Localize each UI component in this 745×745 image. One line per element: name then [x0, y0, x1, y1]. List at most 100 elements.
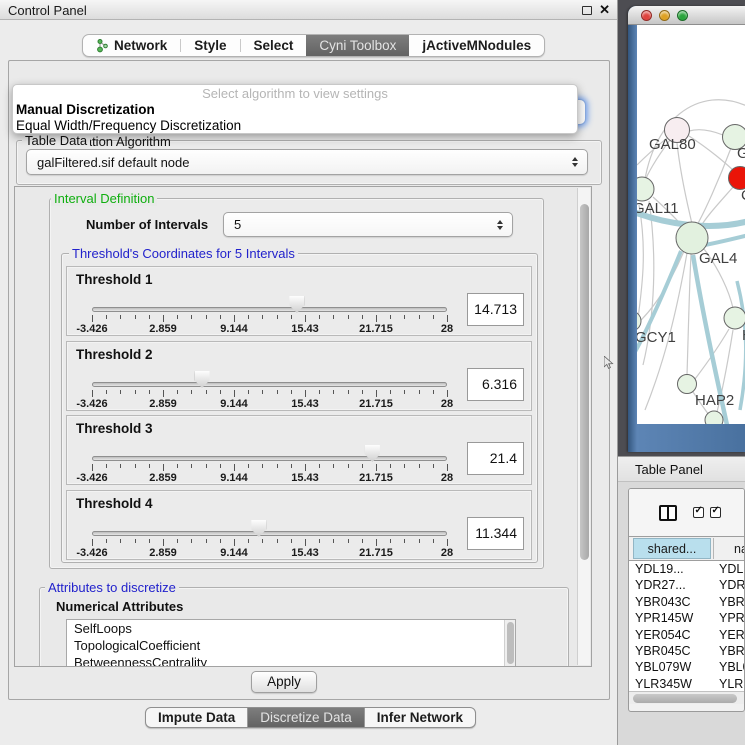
tick-mark [135, 315, 136, 319]
tab-discretize-data[interactable]: Discretize Data [247, 708, 364, 727]
algorithm-option-manual-discretization[interactable]: Manual Discretization [13, 102, 577, 118]
attribute-item-selfloops[interactable]: SelfLoops [67, 620, 515, 637]
tick-mark [291, 539, 292, 543]
threshold-value-field[interactable]: 14.713 [467, 293, 524, 326]
slider-track[interactable] [92, 531, 447, 536]
table-panel-titlebar[interactable]: Table Panel [618, 456, 745, 482]
tick-mark [262, 464, 263, 468]
tick-mark [262, 315, 263, 319]
network-edge[interactable] [697, 148, 731, 225]
tick-mark [149, 539, 150, 543]
network-node-hap2[interactable] [678, 375, 697, 394]
table-row[interactable]: YBR045CYBR0 [629, 643, 744, 659]
threshold-value-field[interactable]: 6.316 [467, 368, 524, 401]
table-row[interactable]: YLR345WYLR3 [629, 676, 744, 691]
network-canvas-container[interactable]: GAL80GCGAL11GAL4GCY1HHAP2 [637, 25, 745, 424]
table-header-name[interactable]: na [713, 538, 744, 559]
tick-label: 2.859 [133, 472, 193, 484]
table-row[interactable]: YBL079WYBL0 [629, 659, 744, 675]
tick-mark [291, 390, 292, 394]
network-window-titlebar[interactable] [628, 6, 745, 25]
tick-mark [433, 390, 434, 394]
tick-mark [333, 390, 334, 394]
cell-shared-name: YDL19... [635, 561, 684, 577]
tab-cyni-toolbox[interactable]: Cyni Toolbox [306, 35, 409, 56]
checkbox-checked-icon[interactable] [710, 507, 721, 518]
tab-impute-data[interactable]: Impute Data [146, 708, 247, 727]
tick-mark [447, 539, 448, 546]
algorithm-option-equal-width-frequency-discretization[interactable]: Equal Width/Frequency Discretization [13, 118, 577, 134]
table-row[interactable]: YBR043CYBR0 [629, 594, 744, 610]
network-node[interactable] [705, 411, 723, 424]
table-row[interactable]: YER054CYER0 [629, 627, 744, 643]
table-header-shared-name[interactable]: shared... [633, 538, 711, 559]
network-edge-highlighted[interactable] [737, 281, 745, 410]
slider-track[interactable] [92, 456, 447, 461]
network-edge[interactable] [687, 254, 691, 375]
table-row[interactable]: YPR145WYPR1 [629, 610, 744, 626]
table-row[interactable]: YDL19... YDL1 [629, 561, 744, 577]
network-edge[interactable] [677, 143, 692, 224]
number-of-intervals-combobox[interactable]: 5 [223, 212, 513, 237]
tick-label: -3.426 [62, 398, 122, 410]
scrollbar-thumb[interactable] [507, 622, 514, 664]
number-of-intervals-value: 5 [234, 213, 241, 236]
threshold-value-field[interactable]: 11.344 [467, 517, 524, 550]
control-panel-titlebar[interactable]: Control Panel ✕ [0, 0, 617, 20]
attribute-item-topologicalcoefficient[interactable]: TopologicalCoefficient [67, 637, 515, 654]
attribute-item-betweennesscentrality[interactable]: BetweennessCentrality [67, 654, 515, 667]
thresholds-group-title: Threshold's Coordinates for 5 Intervals [69, 246, 298, 261]
tab-style[interactable]: Style [181, 35, 239, 56]
tab-infer-network[interactable]: Infer Network [364, 708, 475, 727]
tick-mark [305, 315, 306, 322]
minimize-traffic-light-icon[interactable] [659, 10, 670, 21]
tick-mark [376, 390, 377, 397]
tab-select[interactable]: Select [241, 35, 307, 56]
scrollbar-thumb[interactable] [580, 204, 589, 560]
node-label: GAL11 [637, 200, 679, 217]
tick-label: 21.715 [346, 323, 406, 335]
tab-jactivemnodules[interactable]: jActiveMNodules [409, 35, 544, 56]
slider-track[interactable] [92, 382, 447, 387]
attributes-group-title: Attributes to discretize [45, 580, 179, 595]
slider-track[interactable] [92, 307, 447, 312]
table-horizontal-scrollbar[interactable] [629, 691, 744, 704]
zoom-traffic-light-icon[interactable] [677, 10, 688, 21]
tick-mark [135, 464, 136, 468]
numerical-attributes-label: Numerical Attributes [56, 599, 183, 614]
network-canvas[interactable]: GAL80GCGAL11GAL4GCY1HHAP2 [637, 25, 745, 424]
tick-mark [277, 315, 278, 319]
checkbox-checked-icon[interactable] [693, 507, 704, 518]
settings-vertical-scrollbar[interactable] [577, 188, 590, 665]
network-node-gal11[interactable] [637, 177, 654, 201]
apply-button[interactable]: Apply [251, 671, 317, 693]
split-columns-icon[interactable] [659, 505, 677, 521]
threshold-label: Threshold 3 [76, 421, 153, 436]
tick-label: -3.426 [62, 472, 122, 484]
tick-mark [362, 539, 363, 543]
tick-mark [149, 390, 150, 394]
float-window-icon[interactable] [582, 6, 592, 15]
network-view-window[interactable]: GAL80GCGAL11GAL4GCY1HHAP2 [628, 6, 745, 452]
scrollbar-thumb[interactable] [633, 694, 737, 703]
threshold-value-field[interactable]: 21.4 [467, 442, 524, 475]
tick-mark [120, 390, 121, 394]
close-icon[interactable]: ✕ [599, 2, 610, 18]
table-header-name-label: na [734, 542, 745, 556]
tick-mark [163, 464, 164, 471]
close-traffic-light-icon[interactable] [641, 10, 652, 21]
network-edge[interactable] [700, 186, 734, 228]
tick-label: 2.859 [133, 547, 193, 559]
cell-name: YDL1 [719, 561, 744, 577]
table-row[interactable]: YDR27...YDR2 [629, 577, 744, 593]
table-data-combobox[interactable]: galFiltered.sif default node [26, 149, 588, 175]
attributes-scrollbar[interactable] [504, 620, 515, 667]
network-edge[interactable] [689, 130, 723, 135]
network-node-h[interactable] [724, 307, 745, 329]
settings-scrollpane: Interval Definition Number of Intervals … [14, 186, 592, 667]
numerical-attributes-list[interactable]: SelfLoopsTopologicalCoefficientBetweenne… [66, 619, 516, 667]
table-panel-title: Table Panel [635, 462, 703, 477]
control-panel: Control Panel ✕ NetworkStyleSelectCyni T… [0, 0, 618, 745]
tab-network[interactable]: Network [83, 35, 180, 56]
tick-mark [220, 464, 221, 468]
